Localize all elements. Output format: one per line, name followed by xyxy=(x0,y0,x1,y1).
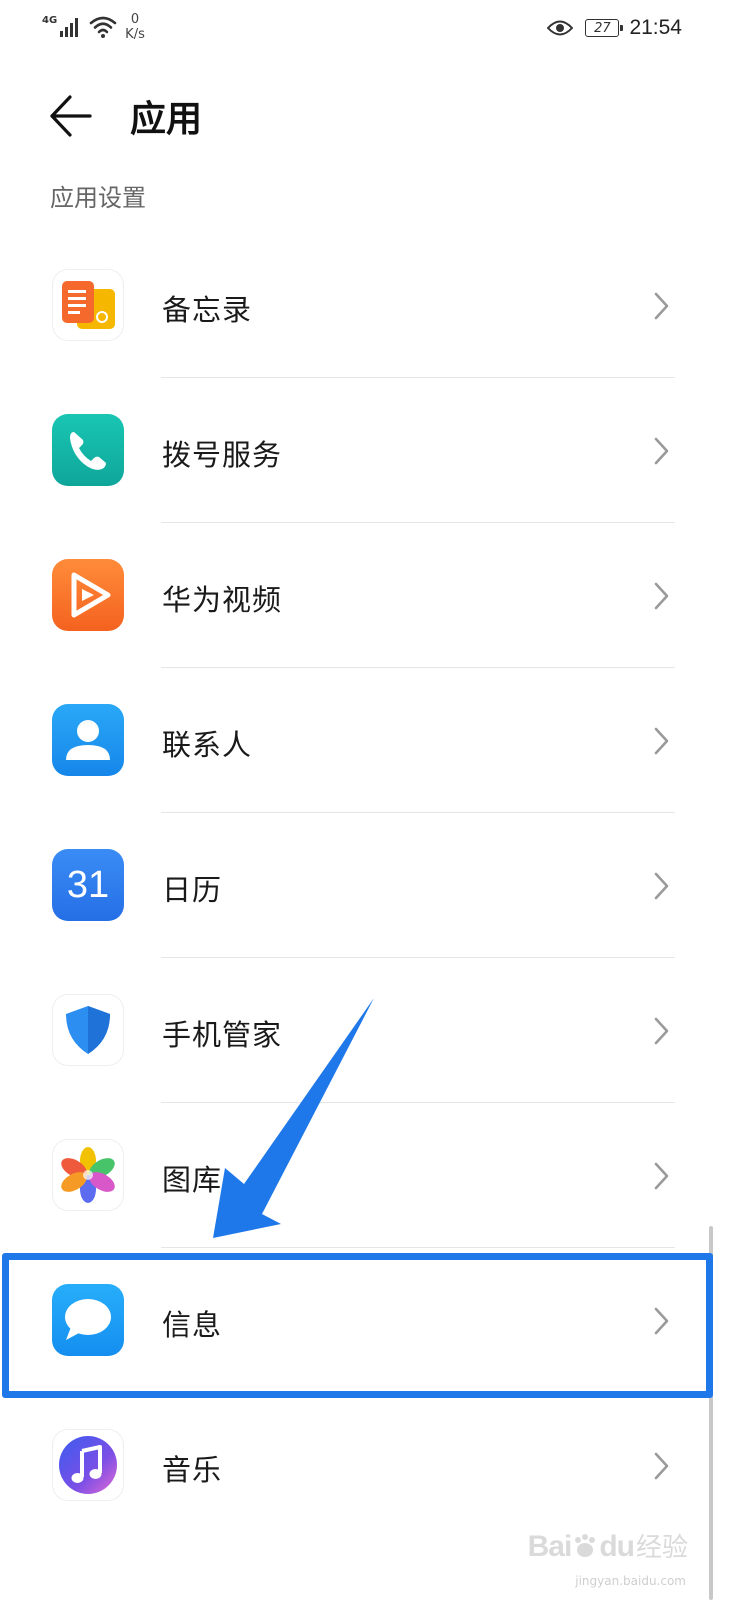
list-item-calendar[interactable]: 31 日历 xyxy=(0,813,738,958)
watermark-brand-suffix: du xyxy=(599,1530,635,1563)
status-right: 27 21:54 xyxy=(547,14,682,42)
baidu-watermark: Bai du 经验 xyxy=(528,1527,688,1564)
list-item-video[interactable]: 华为视频 xyxy=(0,523,738,668)
list-item-phone-manager[interactable]: 手机管家 xyxy=(0,958,738,1103)
music-note-icon xyxy=(52,1429,124,1501)
battery-level: 27 xyxy=(594,20,611,36)
watermark-brand: Bai xyxy=(527,1530,573,1563)
battery-icon: 27 xyxy=(585,19,624,37)
scrollbar[interactable] xyxy=(709,1226,713,1600)
chevron-right-icon xyxy=(654,1307,669,1335)
section-header: 应用设置 xyxy=(50,184,146,212)
app-settings-list: 备忘录 拨号服务 华为视频 联系人 31 日历 手机管家 图库 信息 音乐 xyxy=(0,233,738,1538)
app-label-phone-manager: 手机管家 xyxy=(162,1018,283,1052)
chevron-right-icon xyxy=(654,872,669,900)
list-item-messages[interactable]: 信息 xyxy=(0,1248,738,1393)
calendar-icon-date: 31 xyxy=(66,863,110,906)
network-type: 4G xyxy=(42,15,58,26)
message-bubble-icon xyxy=(52,1284,124,1356)
chevron-right-icon xyxy=(654,727,669,755)
chevron-right-icon xyxy=(654,1452,669,1480)
list-item-gallery[interactable]: 图库 xyxy=(0,1103,738,1248)
chevron-right-icon xyxy=(654,1162,669,1190)
chevron-right-icon xyxy=(654,582,669,610)
chevron-right-icon xyxy=(654,437,669,465)
app-label-video: 华为视频 xyxy=(162,583,283,617)
eye-comfort-icon xyxy=(547,20,574,36)
gallery-flower-icon xyxy=(52,1139,124,1211)
app-label-notes: 备忘录 xyxy=(162,293,253,327)
calendar-icon: 31 xyxy=(52,849,124,921)
shield-icon xyxy=(52,994,124,1066)
wifi-icon xyxy=(89,16,117,38)
signal-icon xyxy=(60,18,79,37)
status-left: 4G 0 K/s xyxy=(42,12,145,44)
chevron-right-icon xyxy=(654,292,669,320)
list-item-music[interactable]: 音乐 xyxy=(0,1393,738,1538)
chevron-right-icon xyxy=(654,1017,669,1045)
speed-value: 0 xyxy=(130,12,140,27)
video-play-icon xyxy=(52,559,124,631)
app-label-gallery: 图库 xyxy=(162,1163,223,1197)
app-label-contacts: 联系人 xyxy=(162,728,253,762)
back-button[interactable] xyxy=(44,86,100,142)
notes-icon xyxy=(52,269,124,341)
list-item-notes[interactable]: 备忘录 xyxy=(0,233,738,378)
page-title: 应用 xyxy=(130,99,203,140)
app-bar: 应用 xyxy=(0,80,738,144)
watermark-cn: 经验 xyxy=(635,1533,688,1563)
network-speed: 0 K/s xyxy=(125,12,145,42)
status-bar: 4G 0 K/s 27 21:54 xyxy=(0,0,738,56)
paw-logo-icon xyxy=(575,1534,596,1557)
contact-person-icon xyxy=(52,704,124,776)
list-item-dialer[interactable]: 拨号服务 xyxy=(0,378,738,523)
back-arrow-icon xyxy=(50,95,92,137)
app-label-messages: 信息 xyxy=(162,1308,223,1342)
phone-icon xyxy=(52,414,124,486)
app-label-calendar: 日历 xyxy=(162,873,223,907)
watermark-url: jingyan.baidu.com xyxy=(575,1574,686,1588)
app-label-dialer: 拨号服务 xyxy=(162,438,283,472)
list-item-contacts[interactable]: 联系人 xyxy=(0,668,738,813)
clock: 21:54 xyxy=(629,16,682,39)
app-label-music: 音乐 xyxy=(162,1453,223,1487)
speed-unit: K/s xyxy=(125,27,145,42)
